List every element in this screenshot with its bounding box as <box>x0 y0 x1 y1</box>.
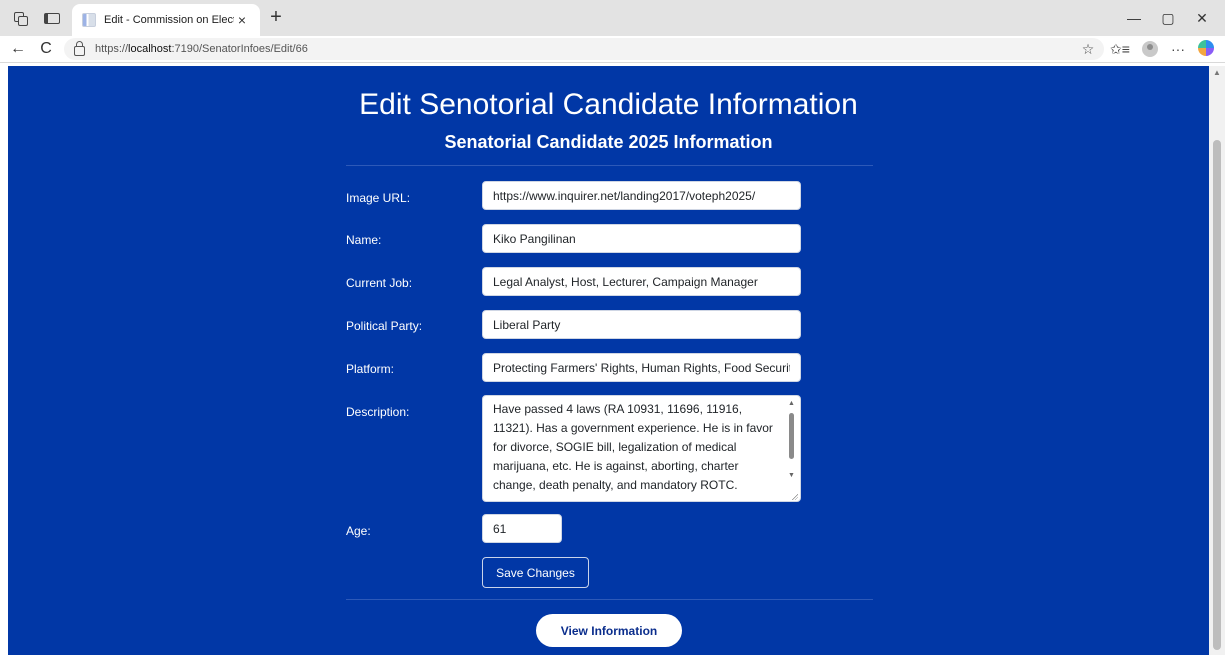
platform-input[interactable] <box>482 353 801 382</box>
textarea-scroll-up-icon[interactable]: ▲ <box>788 400 795 407</box>
description-label: Description: <box>346 405 410 419</box>
page-viewport: Edit Senotorial Candidate Information Se… <box>8 66 1209 655</box>
image-url-input[interactable] <box>482 181 801 210</box>
image-url-label: Image URL: <box>346 191 411 205</box>
political-party-input[interactable] <box>482 310 801 339</box>
age-label: Age: <box>346 524 371 538</box>
divider <box>346 165 873 166</box>
textarea-scroll-down-icon[interactable]: ▼ <box>788 472 795 479</box>
page-subtitle: Senatorial Candidate 2025 Information <box>444 132 773 152</box>
tab-favicon-icon <box>82 13 96 27</box>
close-window-icon[interactable]: ✕ <box>1192 8 1212 28</box>
minimize-icon[interactable]: — <box>1124 8 1144 28</box>
textarea-resize-handle[interactable] <box>791 493 798 500</box>
back-arrow-icon[interactable]: ← <box>8 39 28 59</box>
page-title: Edit Senotorial Candidate Information <box>359 88 858 121</box>
maximize-icon[interactable]: ▢ <box>1158 8 1178 28</box>
save-changes-button[interactable]: Save Changes <box>482 557 589 588</box>
url-scheme: https:// <box>95 43 129 55</box>
lock-icon[interactable] <box>74 40 85 56</box>
platform-label: Platform: <box>346 362 395 376</box>
page-scrollbar[interactable]: ▲ <box>1209 66 1225 655</box>
browser-tab[interactable]: Edit - Commission on Elections × <box>72 4 260 36</box>
new-tab-icon[interactable]: + <box>266 7 286 27</box>
textarea-scroll-thumb[interactable] <box>789 413 794 459</box>
tab-actions-icon[interactable] <box>42 10 60 26</box>
copilot-icon[interactable] <box>1198 40 1214 56</box>
url-path: :7190/SenatorInfoes/Edit/66 <box>171 43 308 55</box>
browser-tab-strip: Edit - Commission on Elections × + — ▢ ✕ <box>0 0 1225 36</box>
refresh-icon[interactable]: C <box>36 39 56 59</box>
scrollbar-thumb[interactable] <box>1213 140 1221 650</box>
description-textarea[interactable]: Have passed 4 laws (RA 10931, 11696, 119… <box>482 395 801 502</box>
tab-close-icon[interactable]: × <box>234 12 250 28</box>
tab-title: Edit - Commission on Elections <box>104 14 234 26</box>
address-url[interactable]: https://localhost:7190/SenatorInfoes/Edi… <box>95 43 308 55</box>
current-job-label: Current Job: <box>346 276 413 290</box>
name-label: Name: <box>346 233 382 247</box>
profile-avatar-icon[interactable] <box>1142 41 1158 57</box>
url-host: localhost <box>128 43 172 55</box>
scroll-up-icon[interactable]: ▲ <box>1213 68 1221 77</box>
age-input[interactable] <box>482 514 562 543</box>
favorite-star-icon[interactable]: ☆ <box>1078 39 1098 59</box>
current-job-input[interactable] <box>482 267 801 296</box>
name-input[interactable] <box>482 224 801 253</box>
favorites-icon[interactable]: ✩≡ <box>1110 39 1130 59</box>
view-information-button[interactable]: View Information <box>536 614 682 647</box>
political-party-label: Political Party: <box>346 319 423 333</box>
address-bar[interactable]: https://localhost:7190/SenatorInfoes/Edi… <box>64 38 1104 60</box>
more-options-icon[interactable]: ··· <box>1168 39 1188 59</box>
browser-toolbar: ← C https://localhost:7190/SenatorInfoes… <box>0 36 1225 63</box>
workspaces-icon[interactable] <box>12 10 28 26</box>
divider <box>346 599 873 600</box>
